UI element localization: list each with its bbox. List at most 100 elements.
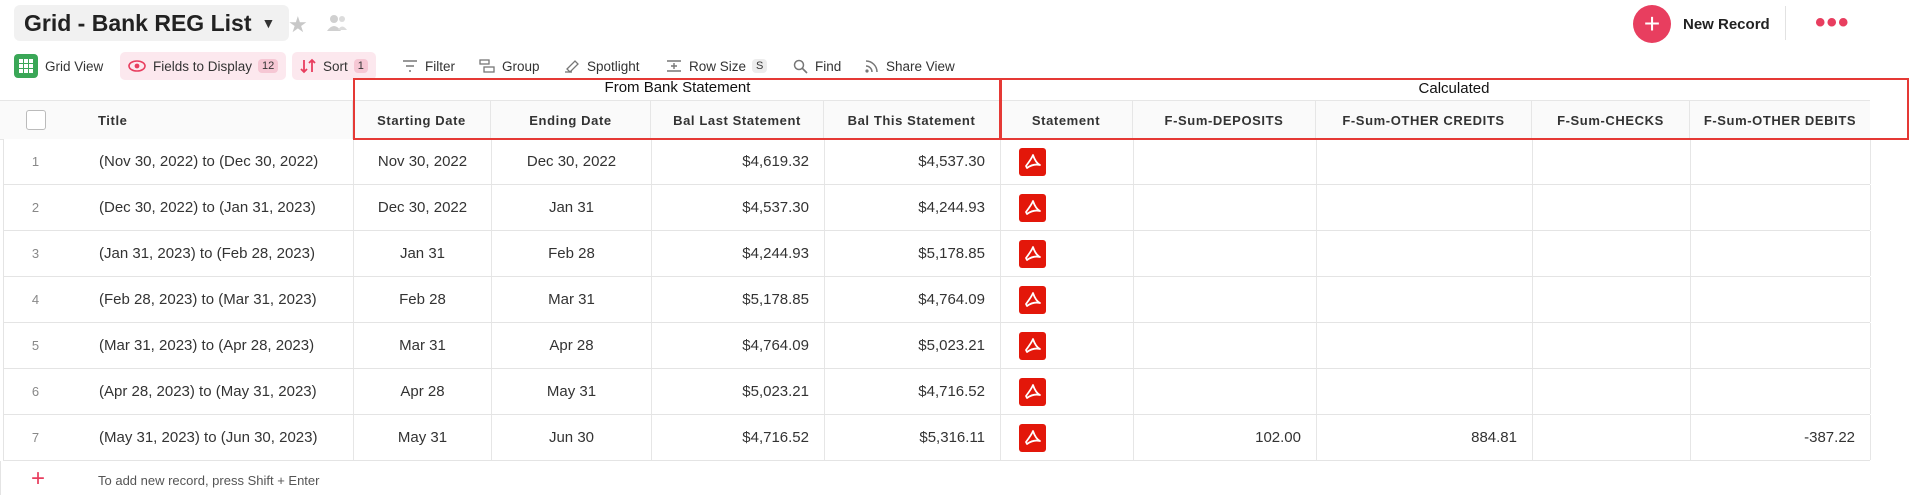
cell-title[interactable]: (Mar 31, 2023) to (Apr 28, 2023) [87,323,354,368]
cell-bal-last[interactable]: $4,764.09 [652,323,825,368]
view-title-dropdown[interactable]: Grid - Bank REG List ▼ [14,5,290,41]
cell-deposits[interactable] [1134,323,1317,368]
cell-statement[interactable] [1001,323,1134,368]
cell-starting-date[interactable]: Nov 30, 2022 [354,139,492,184]
cell-bal-this[interactable]: $5,023.21 [825,323,1001,368]
cell-bal-this[interactable]: $4,716.52 [825,369,1001,414]
column-header-other-debits[interactable]: F-Sum-OTHER DEBITS [1690,101,1870,139]
table-row[interactable]: 5 (Mar 31, 2023) to (Apr 28, 2023) Mar 31 A… [3,323,1871,369]
cell-starting-date[interactable]: Jan 31 [354,231,492,276]
table-row[interactable]: 4 (Feb 28, 2023) to (Mar 31, 2023) Feb 28 M… [3,277,1871,323]
cell-starting-date[interactable]: Dec 30, 2022 [354,185,492,230]
cell-checks[interactable] [1533,231,1691,276]
pdf-icon[interactable] [1019,239,1046,268]
cell-starting-date[interactable]: Mar 31 [354,323,492,368]
people-icon[interactable] [326,13,348,38]
cell-bal-last[interactable]: $4,244.93 [652,231,825,276]
cell-deposits[interactable] [1134,369,1317,414]
pdf-icon[interactable] [1019,423,1046,452]
cell-statement[interactable] [1001,231,1134,276]
group-button[interactable]: Group [479,52,540,80]
cell-starting-date[interactable]: May 31 [354,415,492,460]
cell-other-debits[interactable] [1691,185,1871,230]
cell-statement[interactable] [1001,415,1134,460]
table-row[interactable]: 2 (Dec 30, 2022) to (Jan 31, 2023) Dec 30,… [3,185,1871,231]
cell-checks[interactable] [1533,369,1691,414]
column-header-bal-last[interactable]: Bal Last Statement [651,101,824,139]
cell-statement[interactable] [1001,277,1134,322]
cell-deposits[interactable] [1134,139,1317,184]
cell-ending-date[interactable]: Mar 31 [492,277,652,322]
cell-ending-date[interactable]: Feb 28 [492,231,652,276]
more-options-icon[interactable]: ••• [1815,6,1850,40]
cell-other-credits[interactable] [1317,323,1533,368]
pdf-icon[interactable] [1019,147,1046,176]
cell-checks[interactable] [1533,415,1691,460]
fields-to-display-button[interactable]: Fields to Display 12 [120,52,287,80]
cell-title[interactable]: (Feb 28, 2023) to (Mar 31, 2023) [87,277,354,322]
add-record-row[interactable]: + To add new record, press Shift + Enter [0,461,1871,495]
cell-starting-date[interactable]: Feb 28 [354,277,492,322]
column-header-statement[interactable]: Statement [1000,101,1133,139]
cell-bal-last[interactable]: $5,178.85 [652,277,825,322]
cell-other-debits[interactable] [1691,323,1871,368]
pdf-icon[interactable] [1019,285,1046,314]
cell-other-debits[interactable]: -387.22 [1691,415,1871,460]
pdf-icon[interactable] [1019,331,1046,360]
cell-other-credits[interactable] [1317,139,1533,184]
cell-starting-date[interactable]: Apr 28 [354,369,492,414]
cell-ending-date[interactable]: Apr 28 [492,323,652,368]
cell-bal-last[interactable]: $4,619.32 [652,139,825,184]
cell-other-debits[interactable] [1691,231,1871,276]
cell-other-credits[interactable] [1317,231,1533,276]
cell-bal-this[interactable]: $4,244.93 [825,185,1001,230]
share-view-button[interactable]: Share View [865,52,955,80]
cell-ending-date[interactable]: May 31 [492,369,652,414]
cell-bal-this[interactable]: $5,316.11 [825,415,1001,460]
table-row[interactable]: 6 (Apr 28, 2023) to (May 31, 2023) Apr 28 M… [3,369,1871,415]
cell-bal-last[interactable]: $4,537.30 [652,185,825,230]
column-header-title[interactable]: Title [86,101,353,139]
cell-other-debits[interactable] [1691,369,1871,414]
cell-statement[interactable] [1001,369,1134,414]
table-row[interactable]: 3 (Jan 31, 2023) to (Feb 28, 2023) Jan 31 F… [3,231,1871,277]
cell-title[interactable]: (Apr 28, 2023) to (May 31, 2023) [87,369,354,414]
column-header-bal-this[interactable]: Bal This Statement [824,101,1000,139]
cell-deposits[interactable]: 102.00 [1134,415,1317,460]
cell-bal-this[interactable]: $5,178.85 [825,231,1001,276]
column-header-other-credits[interactable]: F-Sum-OTHER CREDITS [1316,101,1532,139]
find-button[interactable]: Find [793,52,841,80]
cell-checks[interactable] [1533,277,1691,322]
cell-checks[interactable] [1533,185,1691,230]
new-record-button[interactable]: + New Record [1633,4,1770,44]
cell-checks[interactable] [1533,139,1691,184]
column-header-starting-date[interactable]: Starting Date [353,101,491,139]
star-icon[interactable]: ★ [288,12,308,38]
cell-deposits[interactable] [1134,185,1317,230]
cell-ending-date[interactable]: Jan 31 [492,185,652,230]
cell-ending-date[interactable]: Dec 30, 2022 [492,139,652,184]
cell-bal-this[interactable]: $4,537.30 [825,139,1001,184]
table-row[interactable]: 1 (Nov 30, 2022) to (Dec 30, 2022) Nov 30,… [3,139,1871,185]
cell-title[interactable]: (May 31, 2023) to (Jun 30, 2023) [87,415,354,460]
cell-statement[interactable] [1001,139,1134,184]
select-all-checkbox[interactable] [26,110,46,130]
cell-other-debits[interactable] [1691,277,1871,322]
sort-button[interactable]: Sort 1 [292,52,376,80]
cell-other-debits[interactable] [1691,139,1871,184]
pdf-icon[interactable] [1019,193,1046,222]
column-header-deposits[interactable]: F-Sum-DEPOSITS [1133,101,1316,139]
spotlight-button[interactable]: Spotlight [564,52,640,80]
cell-title[interactable]: (Jan 31, 2023) to (Feb 28, 2023) [87,231,354,276]
cell-deposits[interactable] [1134,277,1317,322]
cell-bal-last[interactable]: $5,023.21 [652,369,825,414]
cell-other-credits[interactable] [1317,369,1533,414]
add-row-plus-icon[interactable]: + [31,465,45,493]
cell-other-credits[interactable]: 884.81 [1317,415,1533,460]
cell-title[interactable]: (Dec 30, 2022) to (Jan 31, 2023) [87,185,354,230]
pdf-icon[interactable] [1019,377,1046,406]
table-row[interactable]: 7 (May 31, 2023) to (Jun 30, 2023) May 31 J… [3,415,1871,461]
cell-deposits[interactable] [1134,231,1317,276]
cell-other-credits[interactable] [1317,277,1533,322]
cell-checks[interactable] [1533,323,1691,368]
